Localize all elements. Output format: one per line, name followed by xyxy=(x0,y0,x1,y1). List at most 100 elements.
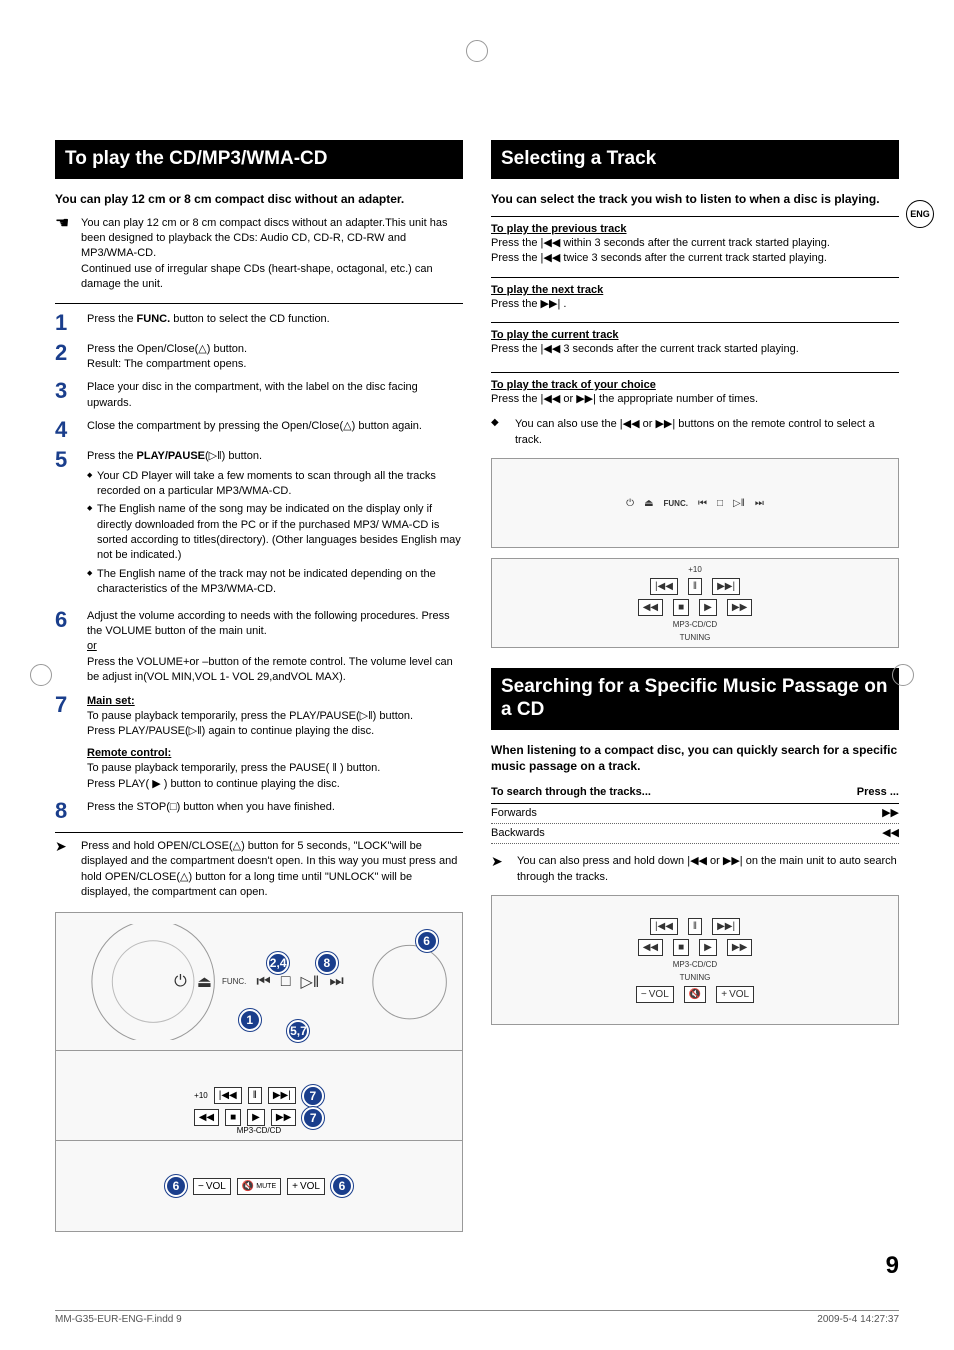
callout-badge: 6 xyxy=(331,1175,353,1197)
step-number: 8 xyxy=(55,800,77,822)
table-header: Press ... xyxy=(857,785,899,800)
left-intro: You can play 12 cm or 8 cm compact disc … xyxy=(55,191,463,208)
section-title: To play the next track xyxy=(491,284,899,297)
prev-button: |◀◀ xyxy=(214,1087,242,1104)
search-table: To search through the tracks... Press ..… xyxy=(491,783,899,844)
lock-note: Press and hold OPEN/CLOSE(△) button for … xyxy=(81,839,463,901)
stop-button: ■ xyxy=(673,939,689,956)
remote-control-label: Remote control: xyxy=(87,747,171,759)
stop-icon: □ xyxy=(717,498,723,509)
next-button: ▶▶| xyxy=(712,918,740,935)
eject-icon: ⏏ xyxy=(644,498,653,509)
rewind-icon: ◀◀ xyxy=(882,826,899,841)
callout-badge: 6 xyxy=(165,1175,187,1197)
prev-button: |◀◀ xyxy=(650,918,678,935)
mp3-label: MP3-CD/CD xyxy=(673,960,717,969)
section-title: To play the previous track xyxy=(491,223,899,236)
arrowhead-icon: ➤ xyxy=(55,839,73,853)
stop-button: ■ xyxy=(673,599,689,616)
table-cell: Backwards xyxy=(491,826,545,841)
right-heading-2: Searching for a Specific Music Passage o… xyxy=(491,668,899,730)
language-badge: ENG xyxy=(906,200,934,228)
rewind-button: ◀◀ xyxy=(194,1109,219,1126)
hand-icon: ☚ xyxy=(55,216,73,232)
mute-button: 🔇 xyxy=(684,986,706,1003)
callout-badge: 1 xyxy=(239,1009,261,1031)
plus10-label: +10 xyxy=(688,565,702,574)
forward-button: ▶▶ xyxy=(727,599,752,616)
bullet: The English name of the track may not be… xyxy=(87,567,463,598)
forward-button: ▶▶ xyxy=(271,1109,296,1126)
rewind-button: ◀◀ xyxy=(638,939,663,956)
callout-badge: 5,7 xyxy=(287,1020,309,1042)
footer-left: MM-G35-EUR-ENG-F.indd 9 xyxy=(55,1315,182,1325)
diamond-icon: ◆ xyxy=(491,417,505,428)
step-text: Press the Open/Close(△) button. Result: … xyxy=(87,342,463,373)
prev-icon: ⏮ xyxy=(698,498,707,509)
step-number: 1 xyxy=(55,312,77,334)
next-button: ▶▶| xyxy=(268,1087,296,1104)
right-intro-2: When listening to a compact disc, you ca… xyxy=(491,742,899,776)
prev-button: |◀◀ xyxy=(650,578,678,595)
power-icon: ⏻ xyxy=(626,498,634,509)
vol-down: − VOL xyxy=(193,1178,231,1195)
bullet: The English name of the song may be indi… xyxy=(87,502,463,564)
play-button: ▶ xyxy=(699,599,717,616)
crop-mark-left xyxy=(30,664,52,686)
remote-note: You can also use the |◀◀ or ▶▶| buttons … xyxy=(515,417,899,448)
step-number: 6 xyxy=(55,609,77,686)
panel-illustration: ⏻ ⏏ FUNC. ⏮ □ ▷‖ ⏭ xyxy=(491,458,899,548)
section-title: To play the track of your choice xyxy=(491,379,899,392)
right-heading-1: Selecting a Track xyxy=(491,140,899,179)
vol-down: − VOL xyxy=(636,986,674,1003)
step-text: button to select the CD function. xyxy=(170,313,330,325)
bullet: Your CD Player will take a few moments t… xyxy=(87,469,463,500)
step-number: 3 xyxy=(55,380,77,411)
playpause-icon: ▷‖ xyxy=(300,972,319,992)
main-set-text: To pause playback temporarily, press the… xyxy=(87,710,413,737)
table-header: To search through the tracks... xyxy=(491,785,651,800)
next-icon: ⏭ xyxy=(329,973,343,991)
play-button: ▶ xyxy=(247,1109,265,1126)
mp3-label: MP3-CD/CD xyxy=(237,1126,281,1135)
step-text: Place your disc in the compartment, with… xyxy=(87,380,463,411)
step-text: Adjust the volume according to needs wit… xyxy=(87,610,450,637)
step-text: Close the compartment by pressing the Op… xyxy=(87,419,463,441)
footer-right: 2009-5-4 14:27:37 xyxy=(817,1315,899,1325)
right-intro-1: You can select the track you wish to lis… xyxy=(491,191,899,208)
dial-icon xyxy=(76,924,230,1039)
main-unit-illustration: ⏻ ⏏ FUNC. ⏮ □ ▷‖ ⏭ 2,4 8 1 5,7 xyxy=(55,912,463,1232)
section-line: Press the |◀◀ within 3 seconds after the… xyxy=(491,236,899,251)
table-cell: Forwards xyxy=(491,806,537,821)
section-line: Press the |◀◀ or ▶▶| the appropriate num… xyxy=(491,392,899,407)
step-text: Press the VOLUME+or –button of the remot… xyxy=(87,656,453,683)
mute-button: 🔇MUTE xyxy=(237,1178,281,1195)
pause-button: ‖ xyxy=(688,918,702,935)
prev-icon: ⏮ xyxy=(256,973,270,991)
step-text: Press the xyxy=(87,450,137,462)
pause-button: ‖ xyxy=(248,1087,262,1104)
arrowhead-icon: ➤ xyxy=(491,854,509,868)
remote-illustration: +10 |◀◀ ‖ ▶▶| ◀◀ ■ ▶ ▶▶ MP3-CD/CD TUNING xyxy=(491,558,899,648)
section-line: Press the |◀◀ twice 3 seconds after the … xyxy=(491,251,899,266)
callout-badge: 8 xyxy=(316,952,338,974)
playpause-icon: ▷‖ xyxy=(733,498,745,509)
next-button: ▶▶| xyxy=(712,578,740,595)
step-bold: FUNC. xyxy=(137,313,171,325)
left-column: To play the CD/MP3/WMA-CD You can play 1… xyxy=(55,140,463,1232)
forward-button: ▶▶ xyxy=(727,939,752,956)
pause-button: ‖ xyxy=(688,578,702,595)
forward-icon: ▶▶ xyxy=(882,806,899,821)
step-number: 4 xyxy=(55,419,77,441)
stop-icon: □ xyxy=(281,973,291,991)
search-note: You can also press and hold down |◀◀ or … xyxy=(517,854,899,885)
callout-badge: 6 xyxy=(416,930,438,952)
remote-illustration-2: |◀◀ ‖ ▶▶| ◀◀ ■ ▶ ▶▶ MP3-CD/CD TUNING − V… xyxy=(491,895,899,1025)
callout-badge: 2,4 xyxy=(267,952,289,974)
section-line: Press the |◀◀ 3 seconds after the curren… xyxy=(491,342,899,357)
section-line: Press the ▶▶| . xyxy=(491,297,899,312)
next-icon: ⏭ xyxy=(755,498,764,509)
tuning-label: TUNING xyxy=(680,973,711,982)
tuning-label: TUNING xyxy=(680,633,711,642)
func-label: FUNC. xyxy=(664,499,688,508)
